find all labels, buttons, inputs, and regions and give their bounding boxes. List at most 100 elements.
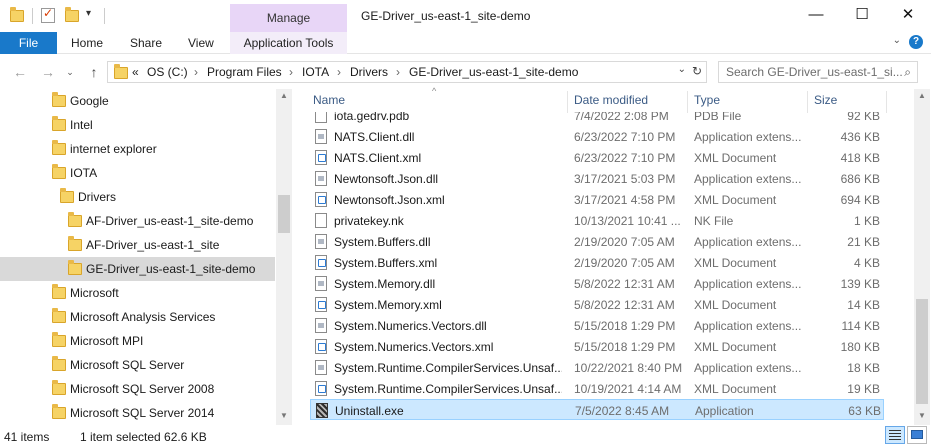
ribbon-tabs: File Home Share View Application Tools ⌄… [0,32,931,54]
column-divider[interactable] [886,91,887,113]
column-divider[interactable] [567,91,568,113]
scrollbar-thumb[interactable] [916,299,928,404]
breadcrumb-os-c[interactable]: OS (C:) [147,65,188,79]
file-row[interactable]: System.Memory.dll 5/8/2022 12:31 AM Applic… [310,273,884,294]
tree-item-internet-explorer[interactable]: internet explorer [0,137,275,161]
details-view-icon[interactable] [885,426,905,444]
file-size: 21 KB [847,235,880,249]
folder-icon [52,116,66,131]
column-header-size[interactable]: Size [814,93,837,113]
customize-toolbar-icon[interactable]: ▾ [86,8,91,19]
file-type: Application extens... [694,361,802,375]
breadcrumb-iota[interactable]: IOTA [302,65,329,79]
tree-item-af-driver-site[interactable]: AF-Driver_us-east-1_site [0,233,275,257]
tree-item-iota[interactable]: IOTA [0,161,275,185]
tree-item-microsoft-sql-server-2008[interactable]: Microsoft SQL Server 2008 [0,377,275,401]
scrollbar-thumb[interactable] [278,195,290,233]
tree-item-ge-driver-demo[interactable]: GE-Driver_us-east-1_site-demo [0,257,275,281]
file-row[interactable]: Newtonsoft.Json.xml 3/17/2021 4:58 PM XML … [310,189,884,210]
file-size: 436 KB [840,130,880,144]
file-row[interactable]: privatekey.nk 10/13/2021 10:41 ... NK File… [310,210,884,231]
column-divider[interactable] [807,91,808,113]
nav-pane-scrollbar[interactable]: ▲ ▼ [276,89,292,425]
column-header-type[interactable]: Type [694,93,720,113]
file-date-modified: 10/19/2021 4:14 AM [574,382,682,396]
properties-icon[interactable]: ✓ [41,6,55,23]
back-arrow-icon[interactable]: ← [10,61,30,83]
tree-item-drivers[interactable]: Drivers [0,185,275,209]
tree-item-label: AF-Driver_us-east-1_site-demo [86,214,254,228]
file-row[interactable]: System.Runtime.CompilerServices.Unsaf...… [310,357,884,378]
file-date-modified: 10/22/2021 8:40 PM [574,361,683,375]
address-dropdown-icon[interactable]: ⌄ [678,64,686,75]
up-arrow-icon[interactable]: ↑ [84,61,104,83]
file-row[interactable]: Newtonsoft.Json.dll 3/17/2021 5:03 PM Appl… [310,168,884,189]
column-header-name[interactable]: Name [313,93,345,113]
scroll-down-arrow-icon[interactable]: ▼ [280,411,288,420]
large-icons-view-icon[interactable] [907,426,927,444]
tree-item-microsoft-sql-server-2014[interactable]: Microsoft SQL Server 2014 [0,401,275,425]
close-button[interactable]: ✕ [885,0,931,32]
file-date-modified: 6/23/2022 7:10 PM [574,151,676,165]
tab-view[interactable]: View [188,32,214,54]
maximize-button[interactable]: ☐ [839,0,885,32]
file-name: System.Buffers.dll [334,235,431,249]
file-size: 694 KB [840,193,880,207]
tab-home[interactable]: Home [71,32,103,54]
help-icon[interactable]: ? [909,35,923,49]
forward-arrow-icon[interactable]: → [38,61,58,83]
minimize-button[interactable]: — [793,0,839,32]
xml-icon [315,150,327,165]
file-row[interactable]: iota.gedrv.pdb 7/4/2022 2:08 PM PDB File 92… [310,112,884,126]
file-type: XML Document [694,382,777,396]
dll-icon [315,360,327,375]
tree-item-label: Google [70,94,109,108]
breadcrumb-program-files[interactable]: Program Files [207,65,282,79]
file-date-modified: 3/17/2021 4:58 PM [574,193,676,207]
file-list-scrollbar[interactable]: ▲ ▼ [914,89,930,425]
address-bar[interactable]: « OS (C:) › Program Files › IOTA › Drive… [107,61,707,83]
file-row[interactable]: System.Runtime.CompilerServices.Unsaf...… [310,378,884,399]
file-name: iota.gedrv.pdb [334,112,410,123]
file-size: 418 KB [840,151,880,165]
file-date-modified: 5/8/2022 12:31 AM [574,298,675,312]
scroll-down-arrow-icon[interactable]: ▼ [918,411,926,420]
column-divider[interactable] [687,91,688,113]
scroll-up-arrow-icon[interactable]: ▲ [280,91,288,100]
file-row[interactable]: NATS.Client.dll 6/23/2022 7:10 PM Applicat… [310,126,884,147]
tab-file[interactable]: File [0,32,57,54]
scroll-up-arrow-icon[interactable]: ▲ [918,91,926,100]
search-box[interactable]: Search GE-Driver_us-east-1_si... ⌕ [718,61,918,83]
ribbon-expand-icon[interactable]: ⌄ [893,35,901,46]
recent-locations-chevron-icon[interactable]: ⌄ [60,61,80,83]
file-row[interactable]: System.Memory.xml 5/8/2022 12:31 AM XML Do… [310,294,884,315]
file-row[interactable]: Uninstall.exe 7/5/2022 8:45 AM Application… [310,399,884,420]
breadcrumb-overflow[interactable]: « [132,65,139,79]
search-icon: ⌕ [904,65,911,79]
file-row[interactable]: System.Buffers.xml 2/19/2020 7:05 AM XML D… [310,252,884,273]
tree-item-intel[interactable]: Intel [0,113,275,137]
breadcrumb-drivers[interactable]: Drivers [350,65,388,79]
tree-item-microsoft[interactable]: Microsoft [0,281,275,305]
tab-application-tools[interactable]: Application Tools [230,32,347,54]
file-type: Application extens... [694,319,802,333]
breadcrumb-current-folder[interactable]: GE-Driver_us-east-1_site-demo [409,65,578,79]
tree-item-af-driver-demo[interactable]: AF-Driver_us-east-1_site-demo [0,209,275,233]
tree-item-google[interactable]: Google [0,89,275,113]
folder-icon [52,356,66,371]
xml-icon [315,381,327,396]
tree-item-microsoft-mpi[interactable]: Microsoft MPI [0,329,275,353]
file-row[interactable]: System.Numerics.Vectors.dll 5/15/2018 1:2… [310,315,884,336]
new-folder-icon[interactable] [65,7,79,22]
refresh-icon[interactable]: ↻ [692,64,702,78]
tree-item-microsoft-analysis-services[interactable]: Microsoft Analysis Services [0,305,275,329]
dll-icon [315,276,327,291]
column-header-date[interactable]: Date modified [574,93,648,113]
file-date-modified: 6/23/2022 7:10 PM [574,130,676,144]
tree-item-microsoft-sql-server[interactable]: Microsoft SQL Server [0,353,275,377]
tree-item-label: internet explorer [70,142,157,156]
file-row[interactable]: NATS.Client.xml 6/23/2022 7:10 PM XML Docu… [310,147,884,168]
file-row[interactable]: System.Numerics.Vectors.xml 5/15/2018 1:2… [310,336,884,357]
file-row[interactable]: System.Buffers.dll 2/19/2020 7:05 AM Appli… [310,231,884,252]
tab-share[interactable]: Share [130,32,162,54]
